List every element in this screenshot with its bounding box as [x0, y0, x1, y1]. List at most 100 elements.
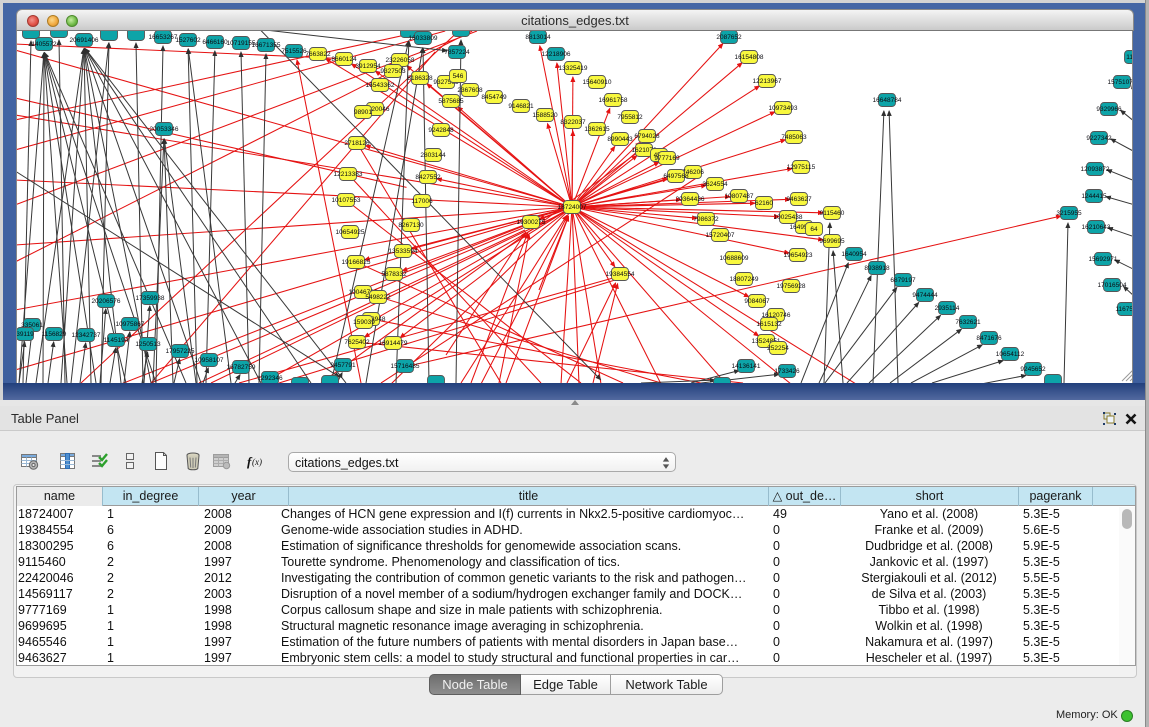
svg-text:1527602: 1527602	[175, 37, 201, 44]
svg-text:20206576: 20206576	[92, 298, 121, 305]
svg-text:(x): (x)	[252, 457, 262, 467]
svg-text:9699695: 9699695	[819, 238, 845, 245]
svg-text:16653267: 16653267	[149, 34, 178, 41]
svg-text:12975115: 12975115	[787, 164, 816, 171]
svg-text:10975867: 10975867	[116, 321, 145, 328]
svg-text:10807487: 10807487	[725, 193, 754, 200]
svg-text:9329966: 9329966	[1096, 106, 1122, 113]
svg-text:98901: 98901	[354, 109, 372, 116]
svg-text:9327503: 9327503	[380, 68, 406, 75]
svg-text:9463627: 9463627	[786, 196, 812, 203]
svg-text:8186328: 8186328	[407, 75, 433, 82]
svg-text:19654923: 19654923	[784, 252, 813, 259]
svg-text:8938918: 8938918	[864, 265, 890, 272]
svg-text:16210643: 16210643	[1082, 224, 1111, 231]
svg-text:252254: 252254	[767, 345, 789, 352]
svg-text:15640910: 15640910	[583, 79, 612, 86]
svg-text:13325419: 13325419	[559, 65, 588, 72]
svg-text:7663822: 7663822	[305, 51, 331, 58]
svg-text:19756928: 19756928	[777, 283, 806, 290]
svg-text:1362615: 1362615	[584, 126, 610, 133]
svg-text:7955812: 7955812	[617, 114, 643, 121]
svg-text:15720407: 15720407	[706, 232, 735, 239]
svg-text:9242848: 9242848	[428, 127, 454, 134]
svg-text:3624554: 3624554	[702, 181, 728, 188]
svg-text:20053346: 20053346	[150, 126, 179, 133]
svg-text:2367608: 2367608	[457, 87, 483, 94]
svg-text:8427552: 8427552	[415, 174, 441, 181]
svg-text:9474444: 9474444	[912, 292, 938, 299]
svg-text:39119: 39119	[17, 331, 34, 338]
svg-text:16033809: 16033809	[409, 35, 438, 42]
svg-text:62160: 62160	[755, 200, 773, 207]
svg-text:1615132: 1615132	[756, 321, 782, 328]
svg-text:12342737: 12342737	[72, 332, 101, 339]
svg-text:10654925: 10654925	[336, 229, 365, 236]
svg-text:8267130: 8267130	[398, 222, 424, 229]
svg-text:16648784: 16648784	[873, 97, 902, 104]
svg-text:8471676: 8471676	[976, 335, 1002, 342]
svg-text:2087652: 2087652	[716, 34, 742, 41]
svg-text:7485063: 7485063	[781, 134, 807, 141]
svg-text:14136141: 14136141	[732, 363, 761, 370]
svg-text:1250513: 1250513	[135, 341, 161, 348]
svg-text:15751074: 15751074	[1108, 79, 1133, 86]
svg-text:17016504: 17016504	[1098, 282, 1127, 289]
svg-text:117006: 117006	[411, 198, 433, 205]
svg-text:19384554: 19384554	[606, 271, 635, 278]
svg-text:13533594: 13533594	[389, 248, 418, 255]
svg-text:17957225: 17957225	[166, 348, 195, 355]
svg-text:1112: 1112	[1126, 54, 1133, 61]
svg-text:6794028: 6794028	[634, 133, 660, 140]
svg-text:16782759: 16782759	[227, 364, 256, 371]
svg-text:6497568: 6497568	[663, 173, 689, 180]
svg-text:16543362: 16543362	[366, 82, 395, 89]
svg-text:1405572: 1405572	[31, 41, 57, 48]
svg-text:5875685: 5875685	[438, 98, 464, 105]
svg-text:17359938: 17359938	[136, 295, 165, 302]
svg-text:10958107: 10958107	[195, 357, 224, 364]
svg-text:1292346: 1292346	[257, 375, 283, 382]
svg-text:8322037: 8322037	[560, 119, 586, 126]
svg-text:6466160: 6466160	[202, 39, 228, 46]
svg-text:12213383: 12213383	[334, 171, 363, 178]
svg-text:3215955: 3215955	[1056, 210, 1082, 217]
svg-text:16914479: 16914479	[379, 340, 408, 347]
svg-text:9084067: 9084067	[744, 298, 770, 305]
svg-text:3912954: 3912954	[355, 63, 381, 70]
svg-text:546: 546	[453, 73, 464, 80]
svg-text:9457791: 9457791	[330, 362, 356, 369]
svg-text:2935114: 2935114	[935, 305, 960, 312]
svg-text:9777169: 9777169	[654, 155, 680, 162]
svg-text:10688609: 10688609	[720, 255, 749, 262]
svg-text:9227342: 9227342	[1086, 135, 1112, 142]
svg-text:20691406: 20691406	[70, 37, 99, 44]
svg-text:1145194: 1145194	[104, 337, 129, 344]
svg-text:12093872: 12093872	[1081, 166, 1110, 173]
svg-text:1640954: 1640954	[841, 251, 867, 258]
svg-text:20364436: 20364436	[676, 196, 705, 203]
svg-text:8454749: 8454749	[481, 94, 507, 101]
svg-text:7986372: 7986372	[693, 216, 719, 223]
svg-text:10107553: 10107553	[332, 197, 361, 204]
svg-text:1733426: 1733426	[774, 368, 800, 375]
svg-text:1156829: 1156829	[42, 331, 67, 338]
svg-text:8660124: 8660124	[331, 56, 357, 63]
svg-text:2803144: 2803144	[420, 152, 446, 159]
svg-text:2718126: 2718126	[344, 140, 370, 147]
svg-text:7625402: 7625402	[344, 339, 370, 346]
svg-text:16961758: 16961758	[599, 97, 628, 104]
svg-text:9146821: 9146821	[508, 103, 534, 110]
svg-text:1588520: 1588520	[532, 112, 558, 119]
svg-text:16154808: 16154808	[735, 54, 764, 61]
svg-text:12213967: 12213967	[753, 78, 782, 85]
svg-text:9115460: 9115460	[820, 210, 845, 217]
svg-text:64: 64	[810, 226, 818, 233]
svg-text:18724007: 18724007	[558, 204, 587, 211]
svg-text:7857224: 7857224	[444, 49, 470, 56]
svg-text:19300275: 19300275	[517, 219, 546, 226]
svg-text:18807249: 18807249	[730, 276, 759, 283]
svg-text:8990443: 8990443	[607, 136, 633, 143]
svg-text:9245652: 9245652	[1020, 366, 1046, 373]
svg-text:16671355: 16671355	[252, 42, 281, 49]
